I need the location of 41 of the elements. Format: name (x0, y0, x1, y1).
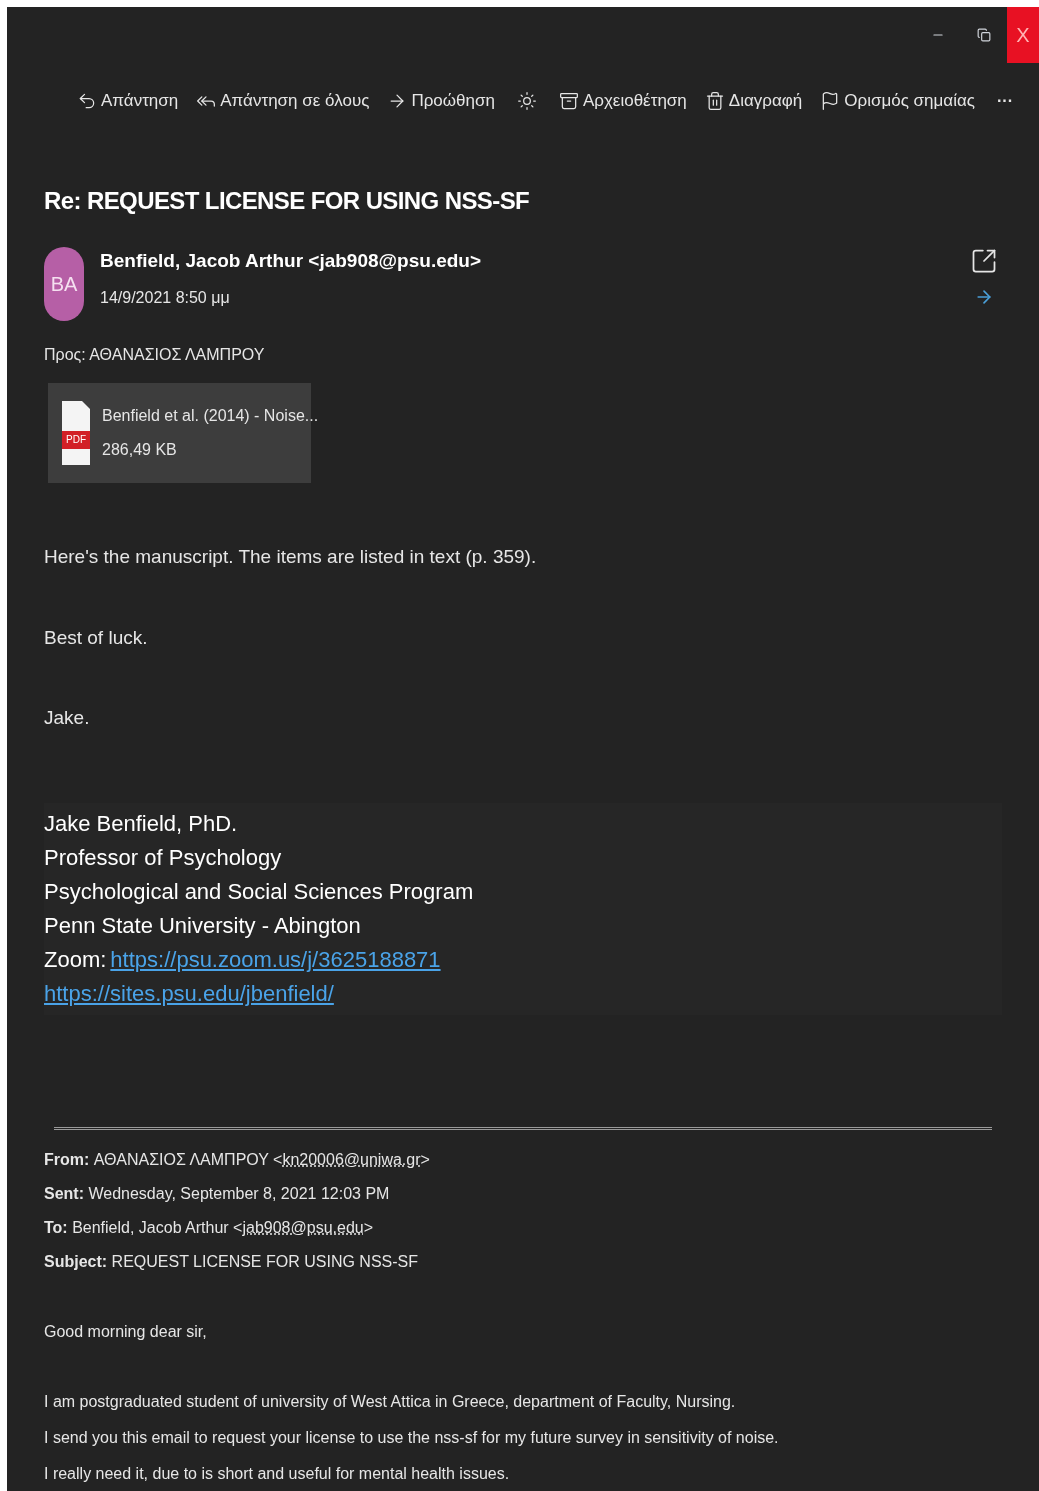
recipient-line: Προς: ΑΘΑΝΑΣΙΟΣ ΛΑΜΠΡΟΥ (44, 345, 266, 365)
signature-line: Psychological and Social Sciences Program (44, 877, 475, 906)
zoom-link[interactable]: https://psu.zoom.us/j/3625188871 (110, 942, 441, 977)
body-paragraph: Here's the manuscript. The items are listed in text (p. 359). (44, 545, 538, 569)
email-link[interactable]: jab908@psu.edu (242, 1218, 364, 1236)
signature-line: Penn State University - Abington (44, 911, 362, 940)
trash-icon (704, 91, 725, 111)
signature-line: Jake Benfield, PhD. (44, 809, 239, 838)
toolbar-button[interactable]: Ορισμός σημαίας (820, 88, 975, 114)
quoted-paragraph: I send you this email to request your license to use the nss-sf for my future survey in sensitivity of noise. (44, 1427, 780, 1448)
reply-icon (77, 91, 97, 111)
website-link[interactable]: https://sites.psu.edu/jbenfield/ (44, 980, 334, 1006)
signature-label: Zoom: (44, 945, 107, 974)
header-line: To: Benfield, Jacob Arthur <jab908@psu.edu> (44, 1217, 375, 1238)
pdf-badge: PDF (62, 431, 90, 449)
toolbar-button[interactable]: Αρχειοθέτηση (558, 88, 687, 114)
quoted-paragraph: I am postgraduated student of university of West Attica in Greece, department of Faculty, Nursing. (44, 1391, 737, 1412)
header-line: From: ΑΘΑΝΑΣΙΟΣ ΛΑΜΠΡΟΥ <kn20006@uniwa.gr> (44, 1149, 431, 1170)
body-paragraph: Jake. (44, 706, 91, 730)
attachment-size: 286,49 KB (102, 440, 178, 460)
toolbar-button[interactable]: Απάντηση (77, 88, 179, 114)
signature-line: Professor of Psychology (44, 843, 283, 872)
sun-icon (516, 91, 537, 111)
header-line: Subject: REQUEST LICENSE FOR USING NSS-SF (44, 1251, 419, 1272)
pop-out-icon[interactable] (970, 247, 998, 275)
email-link[interactable]: kn20006@uniwa.gr (282, 1150, 421, 1168)
header-line: Sent: Wednesday, September 8, 2021 12:03 PM (44, 1183, 391, 1204)
toolbar-button[interactable]: Προώθηση (387, 88, 495, 114)
archive-icon (558, 91, 579, 111)
more-button[interactable]: ··· (992, 89, 1017, 113)
greeting: Good morning dear sir, (44, 1321, 208, 1342)
avatar: BA (44, 247, 84, 321)
body-paragraph: Best of luck. (44, 625, 149, 650)
quoted-paragraph: I really need it, due to is short and useful for mental health issues. (44, 1463, 511, 1484)
sent-date: 14/9/2021 8:50 μμ (100, 287, 231, 308)
sender-name: Benfield, Jacob Arthur <jab908@psu.edu> (100, 249, 483, 273)
restore-icon (977, 28, 991, 42)
message-subject: Re: REQUEST LICENSE FOR USING NSS-SF (44, 186, 531, 216)
toolbar-button[interactable]: Απάντηση σε όλους (196, 88, 370, 114)
attachment-name: Benfield et al. (2014) - Noise... (102, 406, 319, 426)
toolbar-button[interactable]: Διαγραφή (704, 88, 803, 114)
